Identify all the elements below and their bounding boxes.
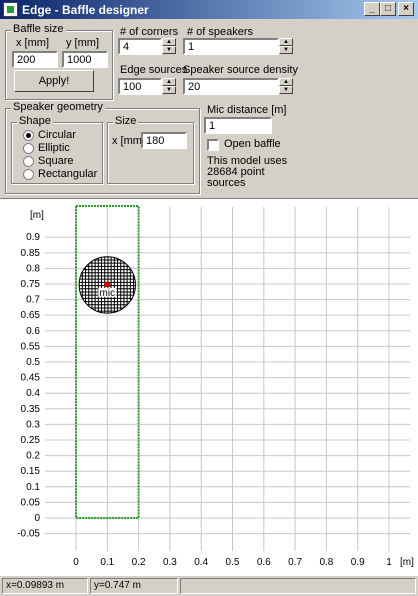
maximize-button[interactable]: □ [380, 2, 396, 16]
mic-distance-label: Mic distance [m] [207, 104, 287, 116]
shape-square-label[interactable]: Square [38, 155, 73, 167]
edge-sources-label: Edge sources [120, 64, 188, 76]
speakers-spinner[interactable]: ▲ ▼ [279, 38, 293, 55]
model-info-line3: sources [207, 177, 246, 189]
x-tick-label: 0.9 [351, 557, 365, 568]
status-empty [180, 578, 416, 594]
spin-down-icon[interactable]: ▼ [162, 86, 176, 94]
y-tick-label: 0 [34, 513, 40, 524]
shape-circular-label[interactable]: Circular [38, 129, 76, 141]
y-tick-label: 0.4 [26, 388, 40, 399]
spin-up-icon[interactable]: ▲ [279, 78, 293, 86]
edge-sources-input[interactable]: 100 [118, 78, 162, 95]
corners-spinner[interactable]: ▲ ▼ [162, 38, 176, 55]
x-tick-label: 1 [386, 557, 392, 568]
y-tick-label: 0.25 [21, 435, 41, 446]
y-tick-label: 0.9 [26, 232, 40, 243]
baffle-x-label: x [mm] [16, 37, 49, 49]
y-tick-label: 0.55 [21, 341, 41, 352]
x-tick-label: 0.5 [226, 557, 240, 568]
status-y: y=0.747 m [90, 578, 178, 594]
shape-circular-radio[interactable] [23, 130, 34, 141]
shape-rectangular-radio[interactable] [23, 169, 34, 180]
y-tick-label: -0.05 [17, 529, 40, 540]
mic-distance-input[interactable]: 1 [204, 117, 272, 134]
shape-elliptic-label[interactable]: Elliptic [38, 142, 70, 154]
shape-label: Shape [17, 115, 53, 127]
spin-up-icon[interactable]: ▲ [279, 38, 293, 46]
app-icon [3, 2, 18, 17]
x-tick-label: 0.1 [100, 557, 114, 568]
speakers-input[interactable]: 1 [183, 38, 279, 55]
y-tick-label: 0.15 [21, 466, 41, 477]
y-tick-label: 0.85 [21, 248, 41, 259]
baffle-size-label: Baffle size [11, 23, 66, 35]
baffle-plot-canvas[interactable]: 0.9 0.85 0.8 0.75 0.7 0.65 0.6 0.55 0.5 0.45 0.4 0.… [0, 199, 418, 576]
size-x-input[interactable]: 180 [141, 132, 187, 149]
speaker-density-label: Speaker source density [183, 64, 298, 76]
y-tick-label: 0.8 [26, 263, 40, 274]
shape-elliptic-radio[interactable] [23, 143, 34, 154]
size-label: Size [113, 115, 139, 127]
y-tick-label: 0.1 [26, 482, 40, 493]
title-bar: Edge - Baffle designer _ □ × [0, 0, 418, 19]
spin-up-icon[interactable]: ▲ [162, 38, 176, 46]
x-tick-label: 0.4 [194, 557, 208, 568]
x-axis-unit: [m] [400, 557, 414, 568]
x-tick-label: 0.7 [288, 557, 302, 568]
x-tick-label: 0.2 [132, 557, 146, 568]
status-x: x=0.09893 m [2, 578, 88, 594]
spin-down-icon[interactable]: ▼ [279, 86, 293, 94]
x-tick-label: 0.3 [163, 557, 177, 568]
y-tick-label: 0.2 [26, 451, 40, 462]
close-button[interactable]: × [398, 2, 414, 16]
baffle-plot[interactable]: 0.9 0.85 0.8 0.75 0.7 0.65 0.6 0.55 0.5 0.45 0.4 0.… [0, 198, 418, 576]
baffle-y-input[interactable]: 1000 [62, 51, 108, 68]
y-tick-label: 0.45 [21, 373, 41, 384]
corners-label: # of corners [120, 26, 179, 38]
status-bar: x=0.09893 m y=0.747 m [0, 576, 418, 596]
spin-down-icon[interactable]: ▼ [162, 46, 176, 54]
minimize-button[interactable]: _ [364, 2, 380, 16]
open-baffle-label[interactable]: Open baffle [224, 138, 281, 150]
mic-label: mic [100, 288, 116, 299]
mic-marker [104, 281, 111, 287]
y-tick-label: 0.35 [21, 404, 41, 415]
corners-input[interactable]: 4 [118, 38, 162, 55]
y-tick-label: 0.3 [26, 419, 40, 430]
speaker-density-spinner[interactable]: ▲ ▼ [279, 78, 293, 95]
open-baffle-checkbox[interactable] [207, 139, 219, 151]
speakers-label: # of speakers [187, 26, 254, 38]
y-tick-label: 0.75 [21, 279, 41, 290]
speaker-density-input[interactable]: 20 [183, 78, 279, 95]
speaker-geometry-label: Speaker geometry [11, 101, 105, 113]
y-tick-label: 0.6 [26, 326, 40, 337]
x-tick-label: 0.6 [257, 557, 271, 568]
spin-up-icon[interactable]: ▲ [162, 78, 176, 86]
window-title: Edge - Baffle designer [22, 3, 149, 17]
apply-button[interactable]: Apply! [14, 70, 94, 92]
y-axis-unit: [m] [30, 210, 44, 221]
y-tick-label: 0.05 [21, 497, 41, 508]
spin-down-icon[interactable]: ▼ [279, 46, 293, 54]
shape-rectangular-label[interactable]: Rectangular [38, 168, 97, 180]
y-tick-label: 0.65 [21, 310, 41, 321]
y-tick-label: 0.5 [26, 357, 40, 368]
shape-square-radio[interactable] [23, 156, 34, 167]
x-tick-label: 0.8 [319, 557, 333, 568]
baffle-x-input[interactable]: 200 [12, 51, 58, 68]
y-tick-label: 0.7 [26, 295, 40, 306]
baffle-y-label: y [mm] [66, 37, 99, 49]
edge-sources-spinner[interactable]: ▲ ▼ [162, 78, 176, 95]
x-tick-label: 0 [73, 557, 79, 568]
